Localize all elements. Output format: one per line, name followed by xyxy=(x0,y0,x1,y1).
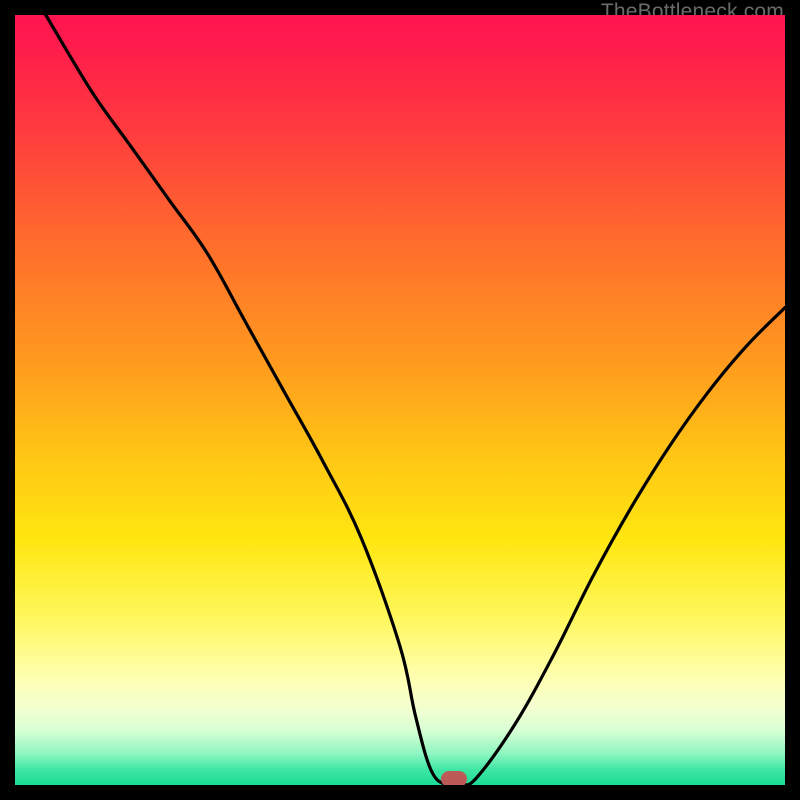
chart-plot-area xyxy=(15,15,785,785)
optimal-point-marker xyxy=(441,771,467,785)
bottleneck-curve xyxy=(15,15,785,785)
